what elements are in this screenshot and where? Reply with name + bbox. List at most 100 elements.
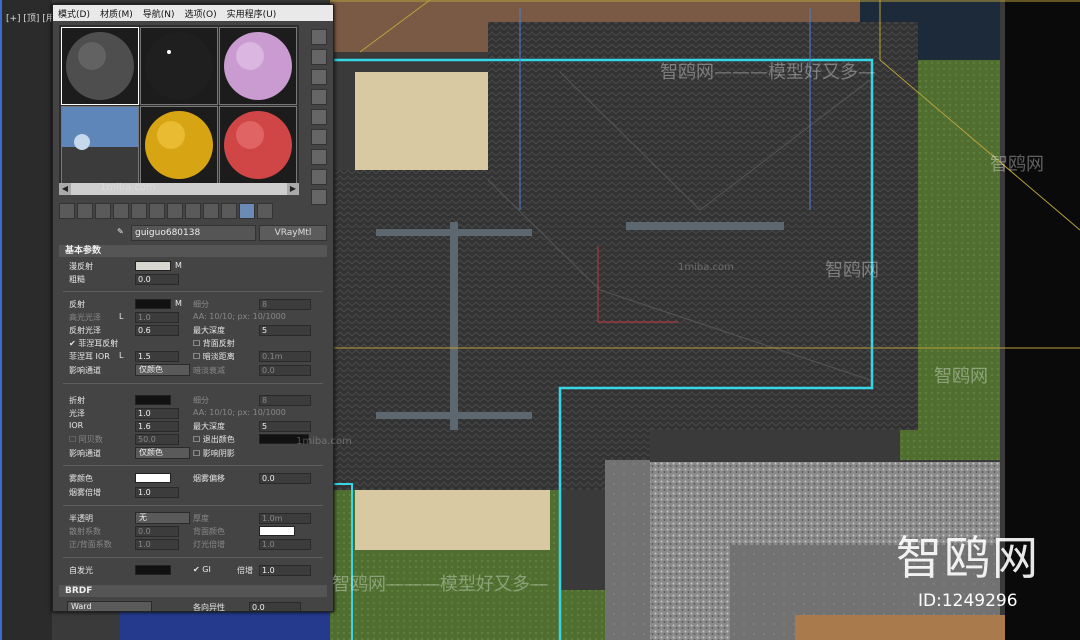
fresnel-ior-spinner[interactable]: 1.5: [135, 351, 179, 362]
sphere-icon: [145, 111, 213, 179]
show-map-icon[interactable]: [185, 203, 201, 219]
affect-channels-dropdown[interactable]: 仅颜色: [135, 364, 190, 376]
diffuse-map-button[interactable]: M: [175, 261, 182, 270]
thickness-spinner[interactable]: 1.0m: [259, 513, 311, 524]
slots-scrollbar[interactable]: ◀ ▶: [59, 183, 299, 195]
brdf-type-dropdown[interactable]: Ward: [67, 601, 152, 611]
slot-yellow[interactable]: [140, 106, 218, 184]
fog-bias-label: 烟雾偏移: [193, 474, 225, 483]
affect-shadows-checkbox[interactable]: ☐ 影响阴影: [193, 448, 235, 459]
fog-bias-spinner[interactable]: 0.0: [259, 473, 311, 484]
beige-slab-bottom: [355, 490, 550, 550]
fresnel-checkbox[interactable]: ✔ 菲涅耳反射: [69, 338, 118, 349]
dim-falloff-spinner[interactable]: 0.0: [259, 365, 311, 376]
anisotropy-label: 各向异性: [193, 603, 225, 612]
separator: [63, 383, 323, 384]
reset-map-icon[interactable]: [113, 203, 129, 219]
refl-max-depth-spinner[interactable]: 5: [259, 325, 311, 336]
abbe-checkbox[interactable]: ☐ 阿贝数: [69, 434, 103, 445]
scroll-left-icon[interactable]: ◀: [59, 183, 71, 195]
menu-mode[interactable]: 模式(D): [53, 7, 95, 20]
translucency-dropdown[interactable]: 无: [135, 512, 190, 524]
light-mult-spinner[interactable]: 1.0: [259, 539, 311, 550]
reflect-subdivs-spinner[interactable]: 8: [259, 299, 311, 310]
material-name-field[interactable]: guiguo680138: [131, 225, 256, 241]
backlight-icon[interactable]: [311, 49, 327, 65]
stone-path: [605, 440, 650, 640]
fog-color-swatch[interactable]: [135, 473, 171, 483]
diffuse-color[interactable]: [135, 261, 171, 271]
refr-max-depth-spinner[interactable]: 5: [259, 421, 311, 432]
material-type-button[interactable]: VRayMtl: [259, 225, 327, 241]
put-to-scene-icon[interactable]: [77, 203, 93, 219]
sample-type-icon[interactable]: [311, 29, 327, 45]
slot-lilac[interactable]: [219, 27, 297, 105]
fb-coef-spinner[interactable]: 1.0: [135, 539, 179, 550]
scatter-label: 散射系数: [69, 527, 101, 536]
scatter-spinner[interactable]: 0.0: [135, 526, 179, 537]
make-preview-icon[interactable]: [311, 129, 327, 145]
refract-color[interactable]: [135, 395, 171, 405]
slot-black[interactable]: [140, 27, 218, 105]
uv-tiling-icon[interactable]: [311, 89, 327, 105]
separator: [63, 291, 323, 292]
scroll-right-icon[interactable]: ▶: [287, 183, 299, 195]
back-reflect-checkbox[interactable]: ☐ 背面反射: [193, 338, 235, 349]
slot-dark-gray[interactable]: [61, 27, 139, 105]
hilight-lock-button[interactable]: L: [119, 312, 123, 321]
slot-sky[interactable]: [61, 106, 139, 184]
dim-distance-spinner[interactable]: 0.1m: [259, 351, 311, 362]
eyedropper-icon[interactable]: ✎: [117, 227, 124, 236]
refl-gloss-spinner[interactable]: 0.6: [135, 325, 179, 336]
thickness-label: 厚度: [193, 514, 209, 523]
refr-affect-dropdown[interactable]: 仅颜色: [135, 447, 190, 459]
put-to-library-icon[interactable]: [149, 203, 165, 219]
self-illum-color[interactable]: [135, 565, 171, 575]
rollout-basic-params[interactable]: 基本参数: [59, 245, 327, 257]
ior-spinner[interactable]: 1.6: [135, 421, 179, 432]
show-end-result-icon[interactable]: [203, 203, 219, 219]
reflect-map-button[interactable]: M: [175, 299, 182, 308]
sphere-icon: [66, 32, 134, 100]
rollout-brdf[interactable]: BRDF: [59, 585, 327, 597]
pick-from-object-icon[interactable]: [257, 203, 273, 219]
hilight-gloss-spinner[interactable]: 1.0: [135, 312, 179, 323]
menu-utilities[interactable]: 实用程序(U): [222, 7, 282, 20]
go-forward-sibling-icon[interactable]: [239, 203, 255, 219]
exit-color-checkbox[interactable]: ☐ 退出颜色: [193, 434, 235, 445]
slot-side-toolbar: [307, 25, 331, 209]
select-by-material-icon[interactable]: [311, 169, 327, 185]
refract-subdivs-label: 细分: [193, 396, 209, 405]
fresnel-ior-label: 菲涅耳 IOR: [69, 352, 110, 361]
roof-gutter-3: [376, 412, 532, 419]
background-icon[interactable]: [311, 69, 327, 85]
go-to-parent-icon[interactable]: [221, 203, 237, 219]
video-color-icon[interactable]: [311, 109, 327, 125]
affect-channels-label: 影响通道: [69, 366, 101, 375]
dim-distance-checkbox[interactable]: ☐ 暗淡距离: [193, 351, 235, 362]
roughness-spinner[interactable]: 0.0: [135, 274, 179, 285]
make-unique-icon[interactable]: [131, 203, 147, 219]
self-illum-mult-spinner[interactable]: 1.0: [259, 565, 311, 576]
menu-options[interactable]: 选项(O): [180, 7, 222, 20]
options-icon[interactable]: [311, 149, 327, 165]
fresnel-ior-lock[interactable]: L: [119, 351, 123, 360]
refract-subdivs-spinner[interactable]: 8: [259, 395, 311, 406]
refract-aa-readout: AA: 10/10; px: 10/1000: [193, 408, 286, 417]
get-material-icon[interactable]: [59, 203, 75, 219]
glossiness-spinner[interactable]: 1.0: [135, 408, 179, 419]
refl-gloss-label: 反射光泽: [69, 326, 101, 335]
exit-color-label: 退出颜色: [202, 435, 235, 444]
reflect-color[interactable]: [135, 299, 171, 309]
assign-material-icon[interactable]: [95, 203, 111, 219]
abbe-spinner[interactable]: 50.0: [135, 434, 179, 445]
fog-mult-spinner[interactable]: 1.0: [135, 487, 179, 498]
material-id-icon[interactable]: [167, 203, 183, 219]
slot-red[interactable]: [219, 106, 297, 184]
menu-navigation[interactable]: 导航(N): [138, 7, 180, 20]
material-editor-window[interactable]: 模式(D) 材质(M) 导航(N) 选项(O) 实用程序(U) ◀ ▶ ✎ gu…: [52, 4, 334, 612]
back-color-swatch[interactable]: [259, 526, 295, 536]
menu-material[interactable]: 材质(M): [95, 7, 138, 20]
gi-checkbox[interactable]: ✔ GI: [193, 565, 211, 574]
anisotropy-spinner[interactable]: 0.0: [249, 602, 301, 611]
